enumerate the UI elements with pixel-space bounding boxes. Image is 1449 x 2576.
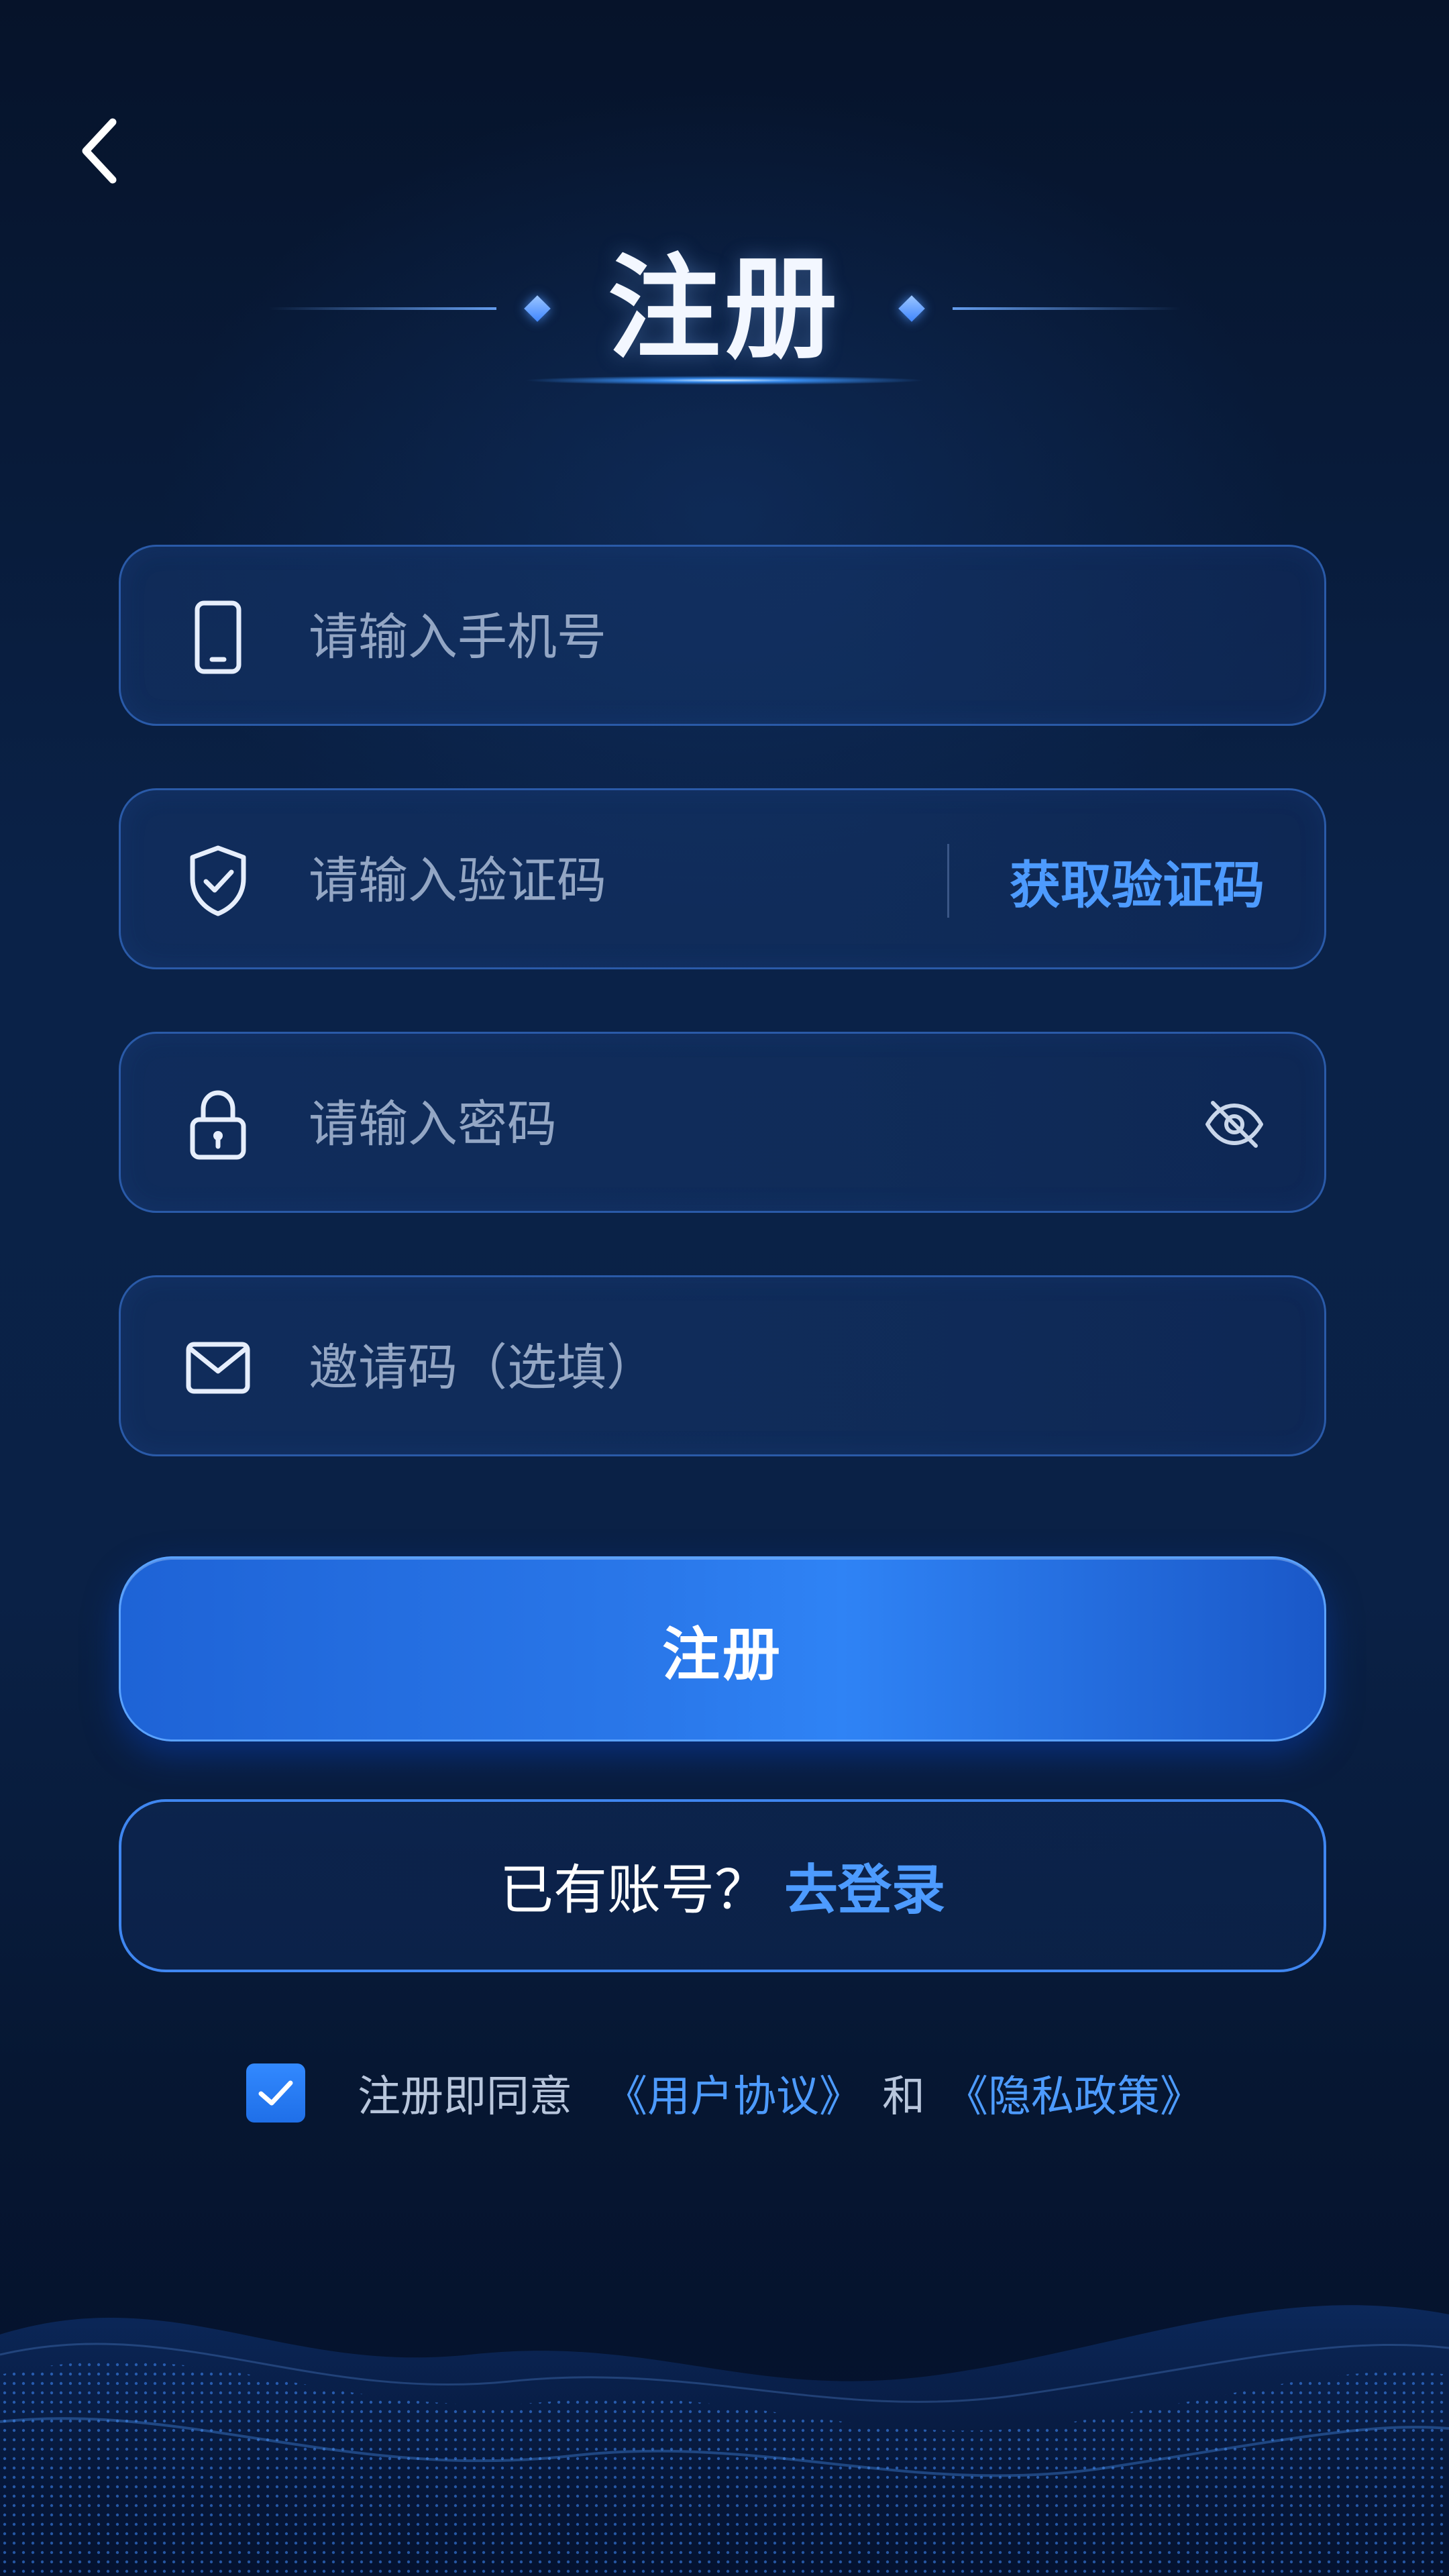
agree-checkbox[interactable] <box>246 2063 305 2123</box>
mail-icon <box>178 1328 258 1408</box>
verification-code-field: 获取验证码 <box>119 788 1326 969</box>
title-line-right <box>953 307 1181 310</box>
agreement-prefix: 注册即同意 <box>358 2072 572 2122</box>
invite-code-field <box>119 1275 1326 1456</box>
check-icon <box>258 2080 293 2106</box>
go-login-button[interactable]: 已有账号？ 去登录 <box>119 1799 1326 1972</box>
shield-check-icon <box>178 841 258 921</box>
register-screen: 注册 获取验证码 <box>0 0 1449 2576</box>
code-divider <box>947 844 949 918</box>
phone-field <box>119 545 1326 726</box>
eye-off-icon <box>1205 1101 1263 1148</box>
lock-icon <box>178 1084 258 1165</box>
chevron-left-icon <box>82 118 117 184</box>
phone-input[interactable] <box>309 594 979 681</box>
register-button[interactable]: 注册 <box>119 1556 1326 1741</box>
user-agreement-link[interactable]: 《用户协议》 <box>604 2062 862 2124</box>
password-visibility-toggle[interactable] <box>1197 1087 1271 1161</box>
password-input[interactable] <box>309 1081 979 1168</box>
password-field <box>119 1032 1326 1213</box>
phone-icon <box>178 597 258 678</box>
title-area: 注册 <box>0 235 1449 423</box>
verification-code-input[interactable] <box>309 837 912 924</box>
back-button[interactable] <box>60 101 141 201</box>
invite-code-input[interactable] <box>309 1324 979 1411</box>
page-title: 注册 <box>608 243 841 374</box>
privacy-policy-link[interactable]: 《隐私政策》 <box>945 2062 1203 2124</box>
title-glow <box>523 376 926 385</box>
agreement-conjunction: 和 <box>882 2072 925 2122</box>
get-code-button[interactable]: 获取验证码 <box>979 837 1295 924</box>
login-link[interactable]: 去登录 <box>784 1847 945 1925</box>
agreement-row: 注册即同意 《用户协议》 和 《隐私政策》 <box>0 2059 1449 2127</box>
login-question-text: 已有账号？ <box>500 1859 768 1921</box>
wave-background <box>0 2305 1449 2576</box>
